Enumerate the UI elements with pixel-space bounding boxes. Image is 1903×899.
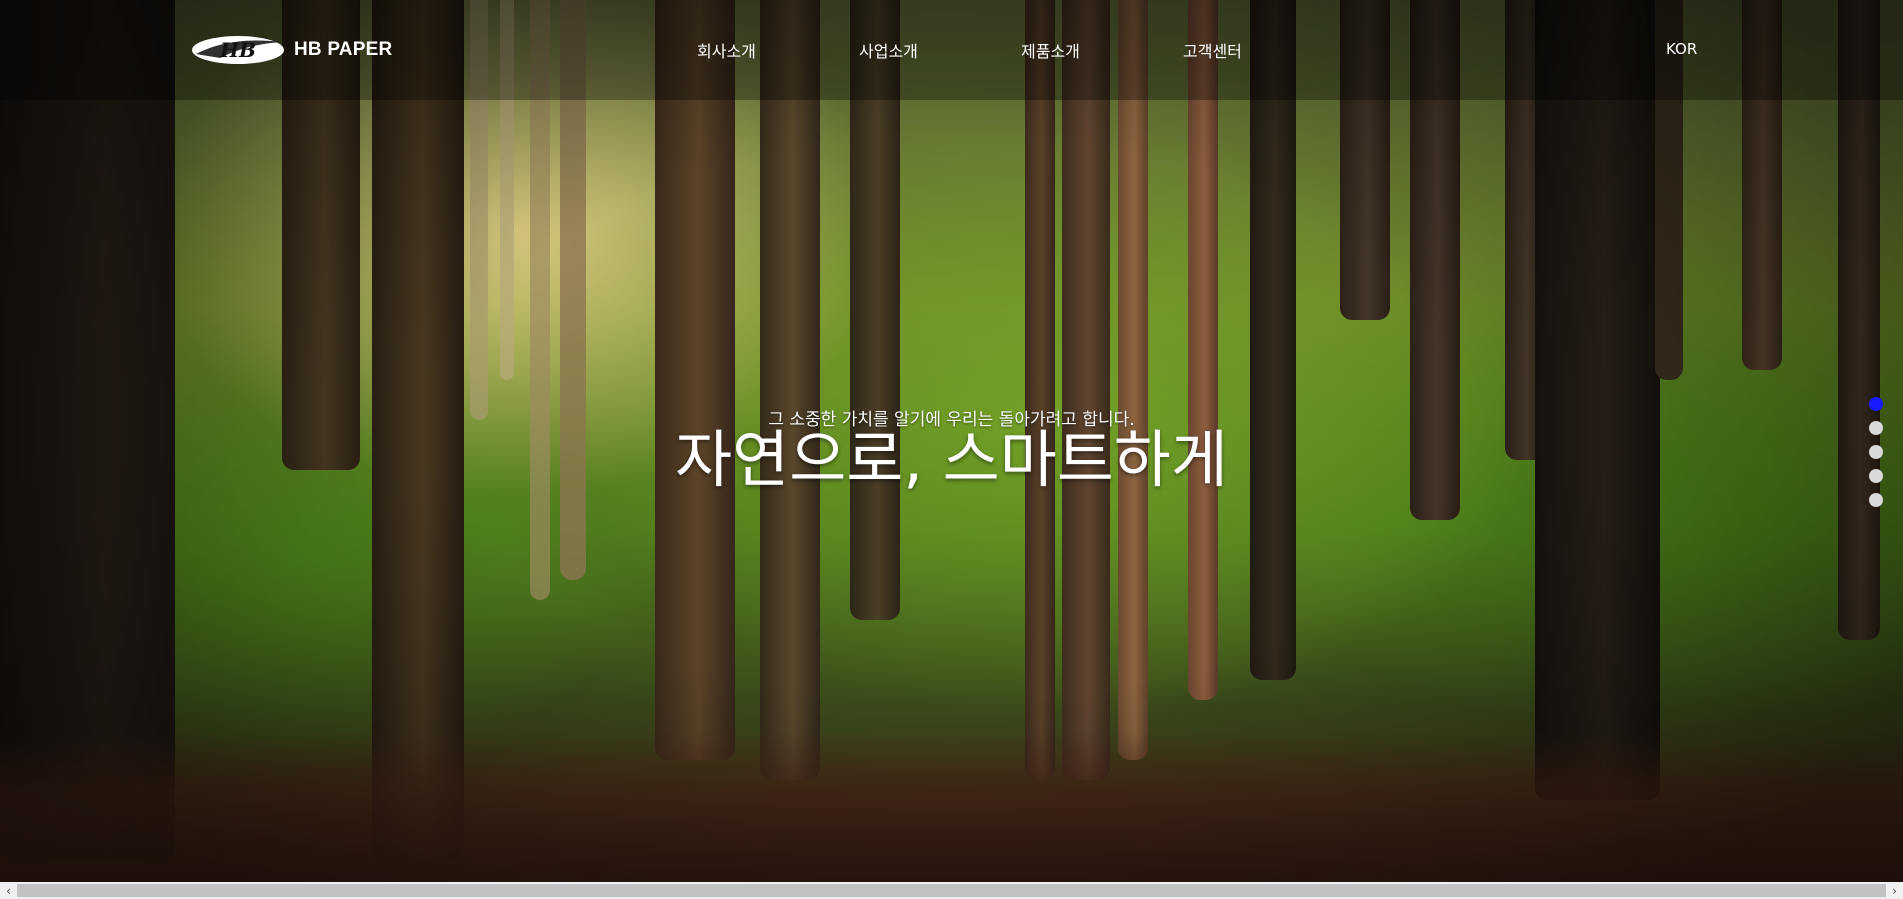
- scroll-right-icon[interactable]: ›: [1886, 882, 1903, 899]
- site-header: HB HB PAPER 회사소개 사업소개 제품소개 고객센터 KOR: [0, 0, 1903, 100]
- language-selector[interactable]: KOR: [1666, 40, 1697, 58]
- hero-title: 자연으로, 스마트하게: [675, 423, 1228, 496]
- scrollbar-thumb[interactable]: [17, 884, 1886, 897]
- page: HB HB PAPER 회사소개 사업소개 제품소개 고객센터 KOR 그 소중…: [0, 0, 1903, 899]
- main-nav: 회사소개 사업소개 제품소개 고객센터: [0, 38, 1903, 62]
- pagination-dot-2[interactable]: [1869, 421, 1883, 435]
- nav-item-company[interactable]: 회사소개: [697, 38, 756, 62]
- nav-item-support[interactable]: 고객센터: [1183, 38, 1242, 62]
- pagination-dot-4[interactable]: [1869, 469, 1883, 483]
- slide-pagination: [1869, 397, 1883, 517]
- pagination-dot-5[interactable]: [1869, 493, 1883, 507]
- pagination-dot-1[interactable]: [1869, 397, 1883, 411]
- scroll-left-icon[interactable]: ‹: [0, 882, 17, 899]
- nav-item-business[interactable]: 사업소개: [859, 38, 918, 62]
- pagination-dot-3[interactable]: [1869, 445, 1883, 459]
- nav-item-products[interactable]: 제품소개: [1021, 38, 1080, 62]
- horizontal-scrollbar[interactable]: ‹ ›: [0, 882, 1903, 899]
